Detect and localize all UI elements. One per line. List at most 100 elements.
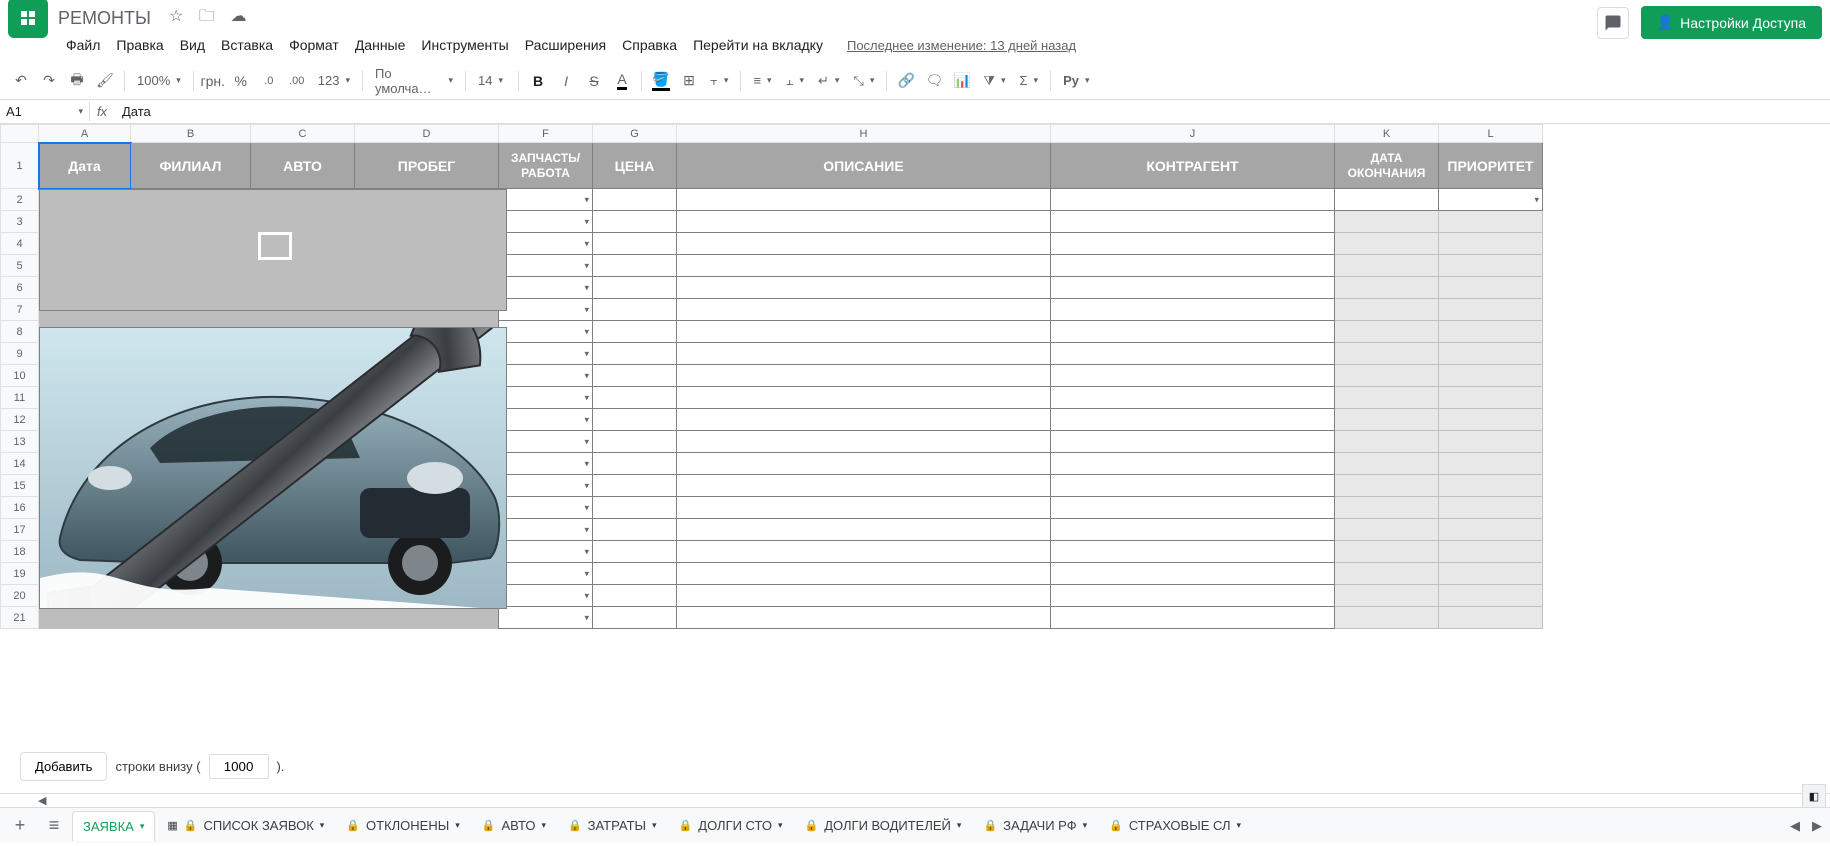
- column-header-a[interactable]: A: [39, 125, 131, 143]
- cell-H15[interactable]: [677, 475, 1051, 497]
- cell-F14[interactable]: [499, 453, 593, 475]
- cell-K19[interactable]: [1335, 563, 1439, 585]
- row-header-12[interactable]: 12: [1, 409, 39, 431]
- column-header-g[interactable]: G: [593, 125, 677, 143]
- header-cell-f[interactable]: ЗАПЧАСТЬ/ РАБОТА: [499, 143, 593, 189]
- cell-G21[interactable]: [593, 607, 677, 629]
- all-sheets-button[interactable]: ≡: [38, 811, 70, 841]
- column-header-d[interactable]: D: [355, 125, 499, 143]
- cell-H13[interactable]: [677, 431, 1051, 453]
- add-sheet-button[interactable]: +: [4, 811, 36, 841]
- sheet-tab-4[interactable]: 🔒ЗАТРАТЫ▾: [558, 811, 667, 841]
- cell-K9[interactable]: [1335, 343, 1439, 365]
- row-header-21[interactable]: 21: [1, 607, 39, 629]
- cell-G17[interactable]: [593, 519, 677, 541]
- cell-L12[interactable]: [1439, 409, 1543, 431]
- row-header-20[interactable]: 20: [1, 585, 39, 607]
- functions-dropdown[interactable]: Σ: [1014, 68, 1045, 94]
- currency-button[interactable]: грн.: [200, 68, 226, 94]
- cell-J7[interactable]: [1051, 299, 1335, 321]
- tab-dropdown-icon[interactable]: ▾: [652, 820, 657, 831]
- cell-G16[interactable]: [593, 497, 677, 519]
- cell-J11[interactable]: [1051, 387, 1335, 409]
- cell-L7[interactable]: [1439, 299, 1543, 321]
- cell-J2[interactable]: [1051, 189, 1335, 211]
- tab-dropdown-icon[interactable]: ▾: [455, 820, 460, 831]
- cell-L18[interactable]: [1439, 541, 1543, 563]
- row-header-15[interactable]: 15: [1, 475, 39, 497]
- cell-G2[interactable]: [593, 189, 677, 211]
- cell-H20[interactable]: [677, 585, 1051, 607]
- cell-G4[interactable]: [593, 233, 677, 255]
- cloud-icon[interactable]: ☁: [231, 8, 247, 25]
- tab-scroll-left[interactable]: ◀: [1786, 814, 1804, 838]
- cell-B21[interactable]: [131, 607, 251, 629]
- cell-K2[interactable]: [1335, 189, 1439, 211]
- cell-J21[interactable]: [1051, 607, 1335, 629]
- cell-L13[interactable]: [1439, 431, 1543, 453]
- cell-L4[interactable]: [1439, 233, 1543, 255]
- star-icon[interactable]: ☆: [169, 8, 183, 25]
- cell-J5[interactable]: [1051, 255, 1335, 277]
- sheet-tab-0[interactable]: ЗАЯВКА▾: [72, 811, 155, 841]
- cell-H18[interactable]: [677, 541, 1051, 563]
- cell-F6[interactable]: [499, 277, 593, 299]
- cell-H2[interactable]: [677, 189, 1051, 211]
- filter-dropdown[interactable]: ⧩: [977, 68, 1011, 94]
- row-header-19[interactable]: 19: [1, 563, 39, 585]
- spreadsheet-grid[interactable]: ◂ ▸ ◂ ▸ ABCDFGHJKL 1ДатаФИЛИАЛАВТОПРОБЕГ…: [0, 124, 1830, 740]
- cell-G5[interactable]: [593, 255, 677, 277]
- cell-K3[interactable]: [1335, 211, 1439, 233]
- explore-button[interactable]: ◧: [1802, 784, 1826, 808]
- header-cell-c[interactable]: АВТО: [251, 143, 355, 189]
- row-header-3[interactable]: 3: [1, 211, 39, 233]
- zoom-dropdown[interactable]: 100%: [131, 68, 187, 94]
- sheet-tab-6[interactable]: 🔒ДОЛГИ ВОДИТЕЛЕЙ▾: [795, 811, 972, 841]
- chart-icon[interactable]: 📊: [949, 68, 975, 94]
- bold-button[interactable]: B: [525, 68, 551, 94]
- cell-A21[interactable]: [39, 607, 131, 629]
- decrease-decimal-button[interactable]: .0: [256, 68, 282, 94]
- cell-J15[interactable]: [1051, 475, 1335, 497]
- undo-icon[interactable]: ↶: [8, 68, 34, 94]
- formula-bar[interactable]: Дата: [114, 102, 1830, 121]
- sheet-tab-2[interactable]: 🔒ОТКЛОНЕНЫ▾: [336, 811, 469, 841]
- tab-scroll-right[interactable]: ▶: [1808, 814, 1826, 838]
- cell-L11[interactable]: [1439, 387, 1543, 409]
- increase-decimal-button[interactable]: .00: [284, 68, 310, 94]
- cell-J16[interactable]: [1051, 497, 1335, 519]
- cell-G15[interactable]: [593, 475, 677, 497]
- cell-H3[interactable]: [677, 211, 1051, 233]
- row-header-8[interactable]: 8: [1, 321, 39, 343]
- header-cell-a[interactable]: Дата: [39, 143, 131, 189]
- cell-J6[interactable]: [1051, 277, 1335, 299]
- row-header-18[interactable]: 18: [1, 541, 39, 563]
- number-format-dropdown[interactable]: 123: [312, 68, 356, 94]
- sheet-tab-3[interactable]: 🔒АВТО▾: [472, 811, 556, 841]
- row-header-2[interactable]: 2: [1, 189, 39, 211]
- cell-H8[interactable]: [677, 321, 1051, 343]
- cell-J18[interactable]: [1051, 541, 1335, 563]
- column-header-k[interactable]: K: [1335, 125, 1439, 143]
- cell-F5[interactable]: [499, 255, 593, 277]
- cell-F13[interactable]: [499, 431, 593, 453]
- cell-K14[interactable]: [1335, 453, 1439, 475]
- cell-L8[interactable]: [1439, 321, 1543, 343]
- cell-G14[interactable]: [593, 453, 677, 475]
- row-header-10[interactable]: 10: [1, 365, 39, 387]
- italic-button[interactable]: I: [553, 68, 579, 94]
- last-edit-link[interactable]: Последнее изменение: 13 дней назад: [847, 38, 1076, 53]
- cell-G7[interactable]: [593, 299, 677, 321]
- script-dropdown[interactable]: Рy: [1057, 68, 1095, 94]
- cell-J14[interactable]: [1051, 453, 1335, 475]
- cell-F16[interactable]: [499, 497, 593, 519]
- cell-K6[interactable]: [1335, 277, 1439, 299]
- header-cell-d[interactable]: ПРОБЕГ: [355, 143, 499, 189]
- cell-F3[interactable]: [499, 211, 593, 233]
- comment-icon[interactable]: 🗨: [921, 68, 947, 94]
- column-header-c[interactable]: C: [251, 125, 355, 143]
- cell-L10[interactable]: [1439, 365, 1543, 387]
- sheets-logo[interactable]: [8, 0, 48, 38]
- percent-button[interactable]: %: [228, 68, 254, 94]
- share-button[interactable]: 👤 Настройки Доступа: [1641, 6, 1822, 39]
